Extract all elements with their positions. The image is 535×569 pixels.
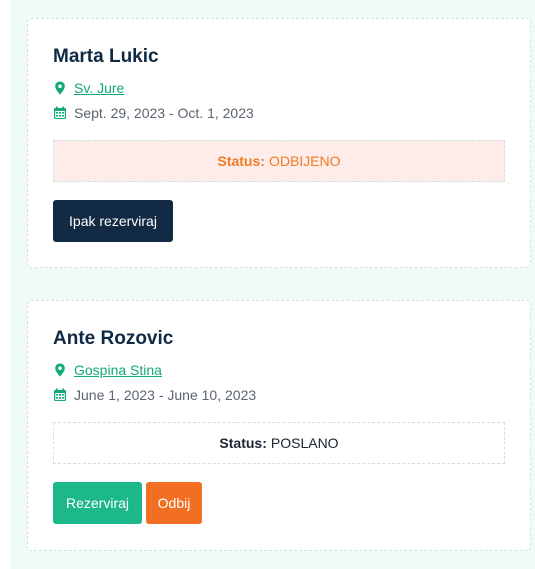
status-value: ODBIJENO — [268, 153, 341, 169]
date-range: Sept. 29, 2023 - Oct. 1, 2023 — [74, 105, 254, 121]
location-row: Gospina Stina — [53, 362, 162, 378]
status-badge: Status: ODBIJENO — [53, 140, 505, 182]
decline-button[interactable]: Odbij — [146, 482, 202, 524]
location-link[interactable]: Sv. Jure — [74, 80, 124, 96]
reserve-button[interactable]: Rezerviraj — [53, 482, 142, 524]
guest-name: Ante Rozovic — [53, 328, 174, 349]
rebook-button[interactable]: Ipak rezerviraj — [53, 200, 173, 242]
map-pin-icon — [55, 81, 65, 95]
calendar-icon — [54, 106, 66, 119]
map-pin-icon — [55, 363, 65, 377]
location-row: Sv. Jure — [53, 80, 124, 96]
status-value: POSLANO — [270, 435, 339, 451]
date-row: Sept. 29, 2023 - Oct. 1, 2023 — [53, 105, 254, 121]
status-badge: Status: POSLANO — [53, 422, 505, 464]
calendar-icon — [54, 388, 66, 401]
status-label: Status: — [219, 435, 267, 451]
reservation-card: Marta Lukic Sv. Jure Sept. 29, 2023 - Oc… — [27, 18, 531, 268]
reservation-card: Ante Rozovic Gospina Stina June 1, 2023 … — [27, 300, 531, 551]
reservations-page: Marta Lukic Sv. Jure Sept. 29, 2023 - Oc… — [0, 0, 535, 569]
date-row: June 1, 2023 - June 10, 2023 — [53, 387, 256, 403]
location-link[interactable]: Gospina Stina — [74, 362, 162, 378]
date-range: June 1, 2023 - June 10, 2023 — [74, 387, 257, 403]
guest-name: Marta Lukic — [53, 46, 159, 67]
status-label: Status: — [217, 153, 265, 169]
